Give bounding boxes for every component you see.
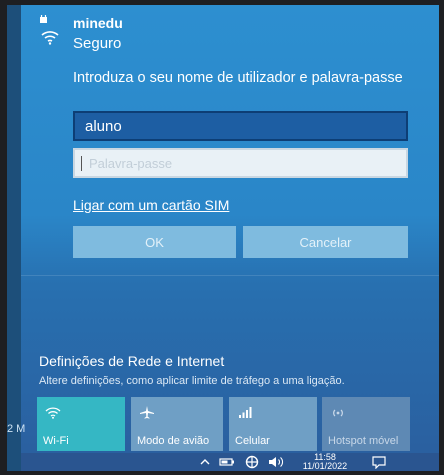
username-input[interactable]: aluno — [73, 111, 408, 141]
airplane-icon — [140, 406, 154, 419]
hotspot-icon — [333, 409, 343, 417]
network-flyout: minedu Seguro Introduza o seu nome de ut… — [21, 5, 439, 471]
mobile-hotspot-tile-label: Hotspot móvel — [328, 435, 399, 447]
notification-icon[interactable] — [371, 455, 387, 469]
network-settings-description: Altere definições, como aplicar limite d… — [39, 375, 345, 387]
ok-button[interactable]: OK — [73, 226, 236, 258]
device-frame: 2 M minedu Seguro Introduza o seu nome d… — [0, 0, 444, 475]
screen: 2 M minedu Seguro Introduza o seu nome d… — [7, 5, 439, 471]
wifi-tile-label: Wi-Fi — [43, 435, 69, 447]
network-icon[interactable] — [244, 455, 260, 469]
connect-sim-link[interactable]: Ligar com um cartão SIM — [73, 197, 229, 213]
wifi-secured-icon — [40, 15, 59, 45]
login-prompt: Introduza o seu nome de utilizador e pal… — [73, 70, 403, 86]
taskbar-clock[interactable]: 11:58 11/01/2022 — [300, 453, 350, 471]
cellular-tile[interactable]: Celular — [229, 397, 317, 451]
wifi-tile[interactable]: Wi-Fi — [37, 397, 125, 451]
battery-icon[interactable] — [219, 455, 235, 469]
network-settings-link[interactable]: Definições de Rede e Internet — [39, 353, 224, 369]
cellular-tile-label: Celular — [235, 435, 270, 447]
password-placeholder: Palavra-passe — [89, 156, 173, 171]
wifi-icon — [45, 407, 61, 419]
desktop-edge — [7, 5, 21, 471]
network-name: minedu — [73, 15, 123, 31]
cancel-button[interactable]: Cancelar — [243, 226, 408, 258]
network-status: Seguro — [73, 35, 122, 52]
clock-date: 11/01/2022 — [302, 461, 348, 471]
divider — [21, 275, 439, 276]
mobile-hotspot-tile[interactable]: Hotspot móvel — [322, 397, 410, 451]
taskbar: 11:58 11/01/2022 — [21, 453, 439, 471]
airplane-mode-tile[interactable]: Modo de avião — [131, 397, 223, 451]
password-input[interactable]: Palavra-passe — [73, 148, 408, 178]
text-cursor — [81, 156, 82, 171]
cellular-icon — [239, 407, 252, 418]
airplane-mode-tile-label: Modo de avião — [137, 435, 210, 447]
chevron-up-icon[interactable] — [199, 455, 211, 469]
volume-icon[interactable] — [268, 455, 286, 469]
